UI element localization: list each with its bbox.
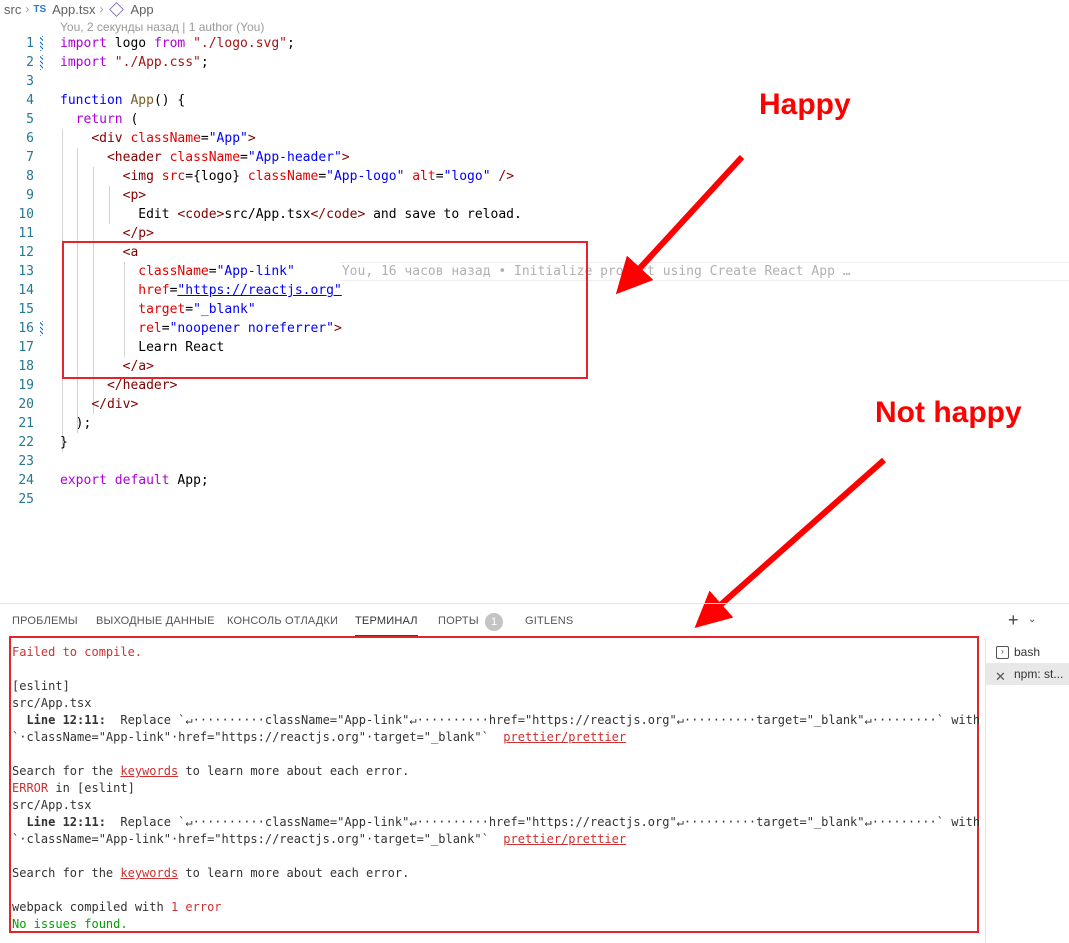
code-line: 9 <p> (26, 188, 147, 203)
annotation-not-happy: Not happy (875, 396, 1022, 429)
chevron-right-icon: › (99, 2, 104, 16)
breadcrumb-symbol[interactable]: App (130, 2, 153, 17)
code-line: 4 function App() { (26, 93, 186, 108)
breadcrumb-file[interactable]: App.tsx (52, 2, 95, 17)
ports-count-badge: 1 (485, 613, 503, 631)
tools-icon: ✕ (995, 669, 1006, 684)
new-terminal-plus-icon[interactable]: + (1008, 610, 1019, 631)
code-line: 22} (18, 435, 68, 450)
breadcrumb-folder[interactable]: src (4, 2, 21, 17)
tab-debug-console[interactable]: КОНСОЛЬ ОТЛАДКИ (227, 615, 338, 627)
code-line: 10 Edit <code>src/App.tsx</code> and sav… (18, 207, 522, 222)
code-line: 3 (26, 74, 34, 89)
code-line: 23 (18, 454, 34, 469)
terminal-item-bash[interactable]: › bash (986, 641, 1069, 663)
tab-terminal[interactable]: ТЕРМИНАЛ (355, 615, 418, 636)
code-line: 8 <img src={logo} className="App-logo" a… (26, 169, 515, 184)
typescript-icon: TS (33, 3, 47, 15)
codelens-blame[interactable]: You, 2 секунды назад | 1 author (You) (60, 20, 264, 34)
code-line: 5 return ( (26, 112, 139, 127)
code-line: 1 import logo from "./logo.svg"; (26, 36, 295, 51)
symbol-cube-icon (109, 1, 125, 17)
code-line: 24 export default App; (18, 473, 209, 488)
chevron-down-icon[interactable]: ⌄ (1028, 614, 1036, 625)
highlight-box-code (62, 241, 588, 379)
code-line: 7 <header className="App-header"> (26, 150, 350, 165)
terminal-item-npm[interactable]: ✕ npm: st... (986, 663, 1069, 685)
tab-gitlens[interactable]: GITLENS (525, 615, 573, 627)
tab-output[interactable]: ВЫХОДНЫЕ ДАННЫЕ (96, 615, 215, 627)
tab-ports[interactable]: ПОРТЫ (438, 615, 479, 627)
chevron-right-icon: › (25, 2, 30, 16)
terminal-output[interactable]: Failed to compile. [eslint] src/App.tsx … (12, 644, 980, 933)
tab-problems[interactable]: ПРОБЛЕМЫ (12, 615, 78, 627)
code-line: 6 <div className="App"> (26, 131, 256, 146)
terminal-icon: › (996, 646, 1009, 659)
annotation-happy: Happy (759, 88, 851, 121)
code-line: 25 (18, 492, 34, 507)
terminal-list: › bash ✕ npm: st... (985, 638, 1069, 943)
panel-tabs: ПРОБЛЕМЫ ВЫХОДНЫЕ ДАННЫЕ КОНСОЛЬ ОТЛАДКИ… (0, 604, 1069, 638)
code-line: 2 import "./App.css"; (26, 55, 209, 70)
breadcrumb: src › TS App.tsx › App (0, 0, 1069, 18)
bottom-panel: ПРОБЛЕМЫ ВЫХОДНЫЕ ДАННЫЕ КОНСОЛЬ ОТЛАДКИ… (0, 603, 1069, 943)
